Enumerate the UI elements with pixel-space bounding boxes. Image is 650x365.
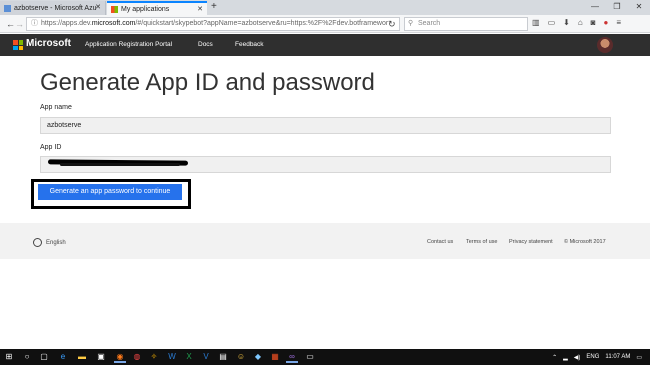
hamburger-icon[interactable]: ≡	[616, 18, 621, 27]
restore-icon[interactable]: ❐	[606, 0, 628, 15]
firefox-icon[interactable]: ◉	[114, 351, 126, 363]
copyright-text: © Microsoft 2017	[564, 239, 606, 245]
library-icon[interactable]: ▥	[532, 18, 540, 27]
microsoft-logo-icon[interactable]	[13, 40, 23, 50]
search-icon: ⚲	[408, 20, 414, 27]
forward-arrow-icon[interactable]: →	[15, 18, 24, 30]
app-name-field[interactable]: azbotserve	[40, 117, 611, 134]
show-hidden-icons-icon[interactable]: ⌃	[552, 354, 557, 361]
close-tab-icon[interactable]: ✕	[197, 5, 203, 13]
visio-icon[interactable]: V	[200, 351, 212, 363]
new-tab-plus-icon[interactable]: +	[211, 1, 217, 12]
tab-title: azbotserve - Microsoft Azu	[14, 4, 97, 12]
language-label: English	[46, 239, 66, 246]
site-info-icon[interactable]: ⓘ	[31, 18, 38, 30]
edge-icon[interactable]: e	[57, 351, 69, 363]
home-icon[interactable]: ⌂	[578, 18, 583, 27]
system-tray: ⌃ ▂ ◀) ENG 11:07 AM ▭	[552, 349, 650, 365]
redaction-scribble	[60, 163, 180, 166]
address-bar[interactable]: ⓘ https://apps.dev.microsoft.com/#/quick…	[26, 17, 400, 31]
screen: azbotserve - Microsoft Azu ✕ My applicat…	[0, 0, 650, 365]
keyboard-language[interactable]: ENG	[586, 354, 599, 360]
window-close-icon[interactable]: ✕	[628, 0, 650, 15]
task-view-icon[interactable]: ▢	[38, 351, 50, 363]
window-controls: — ❐ ✕	[584, 0, 650, 15]
search-placeholder: Search	[418, 20, 441, 27]
app-icon[interactable]: ▦	[269, 351, 281, 363]
globe-icon	[33, 238, 42, 247]
url-prefix: https://apps.dev.	[41, 20, 92, 27]
toolbar-icons: ▥ ▭ ⬇ ⌂ ◙ ● ≡	[532, 18, 621, 27]
app-icon[interactable]: ☺	[235, 351, 247, 363]
search-bar[interactable]: ⚲ Search	[404, 17, 528, 31]
reader-icon[interactable]: ▭	[548, 18, 556, 27]
visual-studio-icon[interactable]: ∞	[286, 351, 298, 363]
app-window-icon[interactable]: ▤	[217, 351, 229, 363]
app-icon[interactable]: ◆	[252, 351, 264, 363]
word-icon[interactable]: W	[166, 351, 178, 363]
tab-my-applications[interactable]: My applications ✕	[107, 1, 207, 15]
site-header: Microsoft Application Registration Porta…	[0, 34, 650, 56]
tab-azure[interactable]: azbotserve - Microsoft Azu ✕	[0, 1, 106, 15]
brand-name[interactable]: Microsoft	[26, 38, 71, 49]
notifications-icon[interactable]: ▭	[636, 354, 642, 361]
app-icon[interactable]: ✧	[148, 351, 160, 363]
privacy-statement-link[interactable]: Privacy statement	[509, 239, 553, 245]
nav-docs[interactable]: Docs	[198, 41, 213, 48]
microsoft-favicon-icon	[111, 5, 118, 13]
azure-favicon-icon	[4, 4, 11, 12]
language-selector[interactable]: English	[33, 238, 66, 247]
page-title: Generate App ID and password	[40, 69, 375, 96]
chrome-icon[interactable]: ◍	[131, 351, 143, 363]
pocket-icon[interactable]: ◙	[591, 18, 596, 27]
file-explorer-icon[interactable]: ▬	[76, 351, 88, 363]
tab-title: My applications	[121, 5, 170, 13]
back-arrow-icon[interactable]: ←	[6, 18, 15, 30]
download-icon[interactable]: ⬇	[563, 18, 570, 27]
clock[interactable]: 11:07 AM	[605, 354, 630, 360]
store-icon[interactable]: ▣	[95, 351, 107, 363]
excel-icon[interactable]: X	[183, 351, 195, 363]
minimize-icon[interactable]: —	[584, 0, 606, 15]
search-icon[interactable]: ○	[21, 351, 33, 363]
network-icon[interactable]: ▂	[563, 354, 568, 361]
close-tab-icon[interactable]: ✕	[95, 3, 101, 11]
nav-feedback[interactable]: Feedback	[235, 41, 264, 48]
url-rest: /#/quickstart/skypebot?appName=azbotserv…	[135, 20, 389, 27]
windows-taskbar: ⊞ ○ ▢ e ▬ ▣ ◉ ◍ ✧ W X V ▤ ☺ ◆ ▦ ∞ ▭ ⌃ ▂ …	[0, 349, 650, 365]
app-name-label: App name	[40, 104, 72, 111]
windows-start-icon[interactable]: ⊞	[3, 351, 15, 363]
nav-app-registration-portal[interactable]: Application Registration Portal	[85, 41, 172, 48]
generate-password-button[interactable]: Generate an app password to continue	[38, 184, 182, 200]
browser-tab-strip: azbotserve - Microsoft Azu ✕ My applicat…	[0, 0, 650, 15]
terms-of-use-link[interactable]: Terms of use	[466, 239, 497, 245]
extension-icon[interactable]: ●	[604, 18, 609, 27]
volume-icon[interactable]: ◀)	[574, 354, 581, 361]
browser-nav-bar: ← → ⓘ https://apps.dev.microsoft.com/#/q…	[0, 15, 650, 33]
reload-icon[interactable]: ↻	[388, 18, 396, 30]
page-footer: English Contact us Terms of use Privacy …	[0, 223, 650, 259]
app-icon[interactable]: ▭	[304, 351, 316, 363]
avatar[interactable]	[597, 37, 613, 53]
contact-us-link[interactable]: Contact us	[427, 239, 453, 245]
url-domain: microsoft.com	[91, 20, 136, 27]
app-id-label: App ID	[40, 144, 62, 151]
